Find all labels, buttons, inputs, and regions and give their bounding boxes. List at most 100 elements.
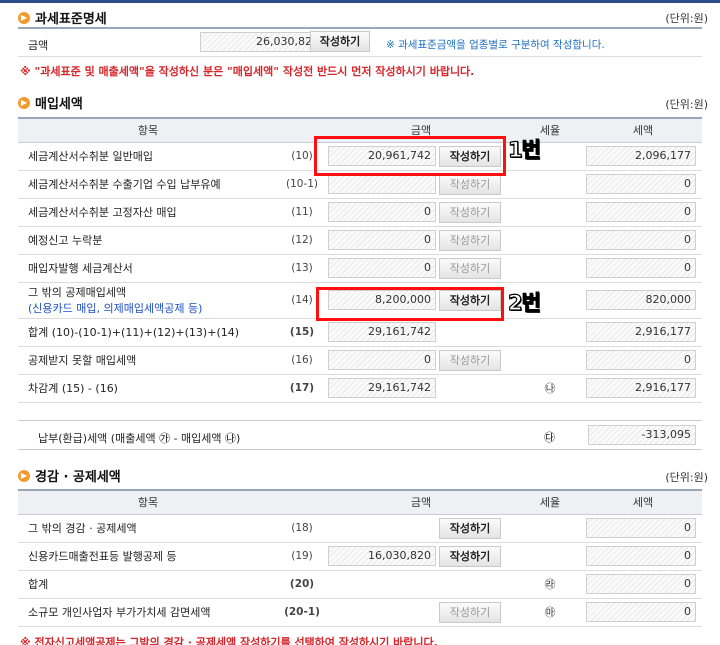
section-title-input-tax: ▶ 매입세액 (18, 93, 83, 112)
amount-field: 29,161,742 (328, 378, 436, 398)
tax-field: 0 (586, 258, 696, 278)
table-row: 매입자발행 세금계산서 (13) 0 작성하기 0 (18, 254, 702, 283)
tax-base-note: ※ 과세표준금액을 업종별로 구분하여 작성합니다. (386, 39, 605, 51)
tax-field: 0 (586, 350, 696, 370)
row-code: (15) (278, 318, 326, 347)
write-button[interactable]: 작성하기 (439, 173, 501, 195)
row-item-sublabel: (신용카드 매입, 의제매입세액공제 등) (28, 302, 203, 315)
row-item-label: 세금계산서수취분 고정자산 매입 (28, 206, 177, 219)
table-row: 세금계산서수취분 고정자산 매입 (11) 0 작성하기 0 (18, 198, 702, 227)
bullet-icon: ▶ (18, 96, 30, 109)
table-row: 소규모 개인사업자 부가가치세 감면세액 (20-1) 작성하기 ㉲ 0 (18, 598, 702, 627)
row-tax-cell: 0 (584, 570, 702, 599)
row-item-cell: 세금계산서수취분 수출기업 수입 납부유예 (18, 170, 278, 199)
payable-amount: -313,095 (588, 425, 696, 445)
payable-label: 납부(환급)세액 (매출세액 ㉮ - 매입세액 ㉯) (38, 432, 241, 445)
row-item-label: 신용카드매출전표등 발행공제 등 (28, 550, 177, 563)
write-button[interactable]: 작성하기 (439, 257, 501, 279)
table-header-row: 항목 금액 세율 세액 (18, 489, 702, 515)
table-row: 공제받지 못할 매입세액 (16) 0 작성하기 0 (18, 346, 702, 375)
tax-base-write-button[interactable]: 작성하기 (310, 31, 370, 52)
row-rate (516, 170, 584, 199)
warning-text-1: ※ "과세표준 및 매출세액"을 작성하신 분은 "매입세액" 작성전 반드시 … (20, 65, 475, 78)
row-rate (516, 542, 584, 571)
tax-field: 0 (586, 202, 696, 222)
amount-wrap: 29,161,742 (328, 378, 514, 398)
amount-wrap: 16,030,820 작성하기 (328, 545, 514, 567)
tax-field: 820,000 (586, 290, 696, 310)
tax-field: 0 (586, 574, 696, 594)
row-item-cell: 공제받지 못할 매입세액 (18, 346, 278, 375)
row-amount-cell: 0 작성하기 (326, 226, 516, 255)
row-code: (18) (278, 514, 326, 543)
amount-wrap: 0 작성하기 (328, 349, 514, 371)
row-amount-cell: 0 작성하기 (326, 346, 516, 375)
row-code: (13) (278, 254, 326, 283)
header-rate: 세율 (516, 489, 584, 515)
write-button[interactable]: 작성하기 (439, 229, 501, 251)
row-item-cell: 차감계 (15) - (16) (18, 374, 278, 403)
row-tax-cell: 820,000 (584, 282, 702, 319)
row-amount-cell: 29,161,742 (326, 318, 516, 347)
row-amount-cell: 0 작성하기 (326, 198, 516, 227)
header-tax: 세액 (584, 117, 702, 143)
row-item-label: 소규모 개인사업자 부가가치세 감면세액 (28, 606, 211, 619)
write-button[interactable]: 작성하기 (439, 545, 501, 567)
warning-text-2: ※ 전자신고세액공제는 그밖의 경감 · 공제세액 작성하기를 선택하여 작성하… (20, 636, 438, 645)
tax-field: 0 (586, 174, 696, 194)
section-title-tax-base: ▶ 과세표준명세 (18, 8, 107, 27)
row-item-cell: 신용카드매출전표등 발행공제 등 (18, 542, 278, 571)
bullet-icon: ▶ (18, 11, 30, 24)
row-amount-cell (326, 570, 516, 599)
highlight-box-1 (314, 136, 506, 176)
row-item-label: 공제받지 못할 매입세액 (28, 354, 137, 367)
write-button[interactable]: 작성하기 (439, 517, 501, 539)
row-tax-cell: 0 (584, 598, 702, 627)
row-item-label: 세금계산서수취분 일반매입 (28, 150, 153, 163)
row-item-cell: 세금계산서수취분 고정자산 매입 (18, 198, 278, 227)
row-item-label: 세금계산서수취분 수출기업 수입 납부유예 (28, 178, 221, 191)
amount-wrap: 작성하기 (328, 517, 514, 539)
tax-base-row: 금액 26,030,820 작성하기 ※ 과세표준금액을 업종별로 구분하여 작… (18, 27, 702, 57)
row-amount-cell: 작성하기 (326, 514, 516, 543)
write-button[interactable]: 작성하기 (439, 349, 501, 371)
row-item-cell: 소규모 개인사업자 부가가치세 감면세액 (18, 598, 278, 627)
row-item-cell: 그 밖의 공제매입세액 (신용카드 매입, 의제매입세액공제 등) (18, 282, 278, 319)
row-tax-cell: 2,916,177 (584, 318, 702, 347)
amount-wrap: 작성하기 (328, 173, 514, 195)
bullet-icon: ▶ (18, 469, 30, 482)
tax-field: 0 (586, 602, 696, 622)
row-item-cell: 그 밖의 경감 · 공제세액 (18, 514, 278, 543)
row-tax-cell: 0 (584, 198, 702, 227)
row-rate: ㉯ (516, 374, 584, 403)
row-code: (17) (278, 374, 326, 403)
tax-field: 0 (586, 230, 696, 250)
callout-label-2: 2번 (507, 290, 541, 315)
row-tax-cell: 0 (584, 254, 702, 283)
row-rate (516, 318, 584, 347)
reduction-table: 항목 금액 세율 세액 그 밖의 경감 · 공제세액 (18) 작성하기 0 신용카드매… (18, 489, 702, 627)
row-amount-cell: 작성하기 (326, 598, 516, 627)
write-button[interactable]: 작성하기 (439, 201, 501, 223)
write-button[interactable]: 작성하기 (439, 601, 501, 623)
row-rate (516, 254, 584, 283)
table-row: 예정신고 누락분 (12) 0 작성하기 0 (18, 226, 702, 255)
row-item-cell: 세금계산서수취분 일반매입 (18, 142, 278, 171)
row-rate (516, 514, 584, 543)
row-code: (20-1) (278, 598, 326, 627)
table-row: 합계 (20) ㉱ 0 (18, 570, 702, 599)
tax-field: 2,096,177 (586, 146, 696, 166)
row-item-label: 그 밖의 경감 · 공제세액 (28, 522, 137, 535)
tax-field: 2,916,177 (586, 322, 696, 342)
row-item-label: 합계 (28, 578, 49, 591)
amount-field: 16,030,820 (328, 546, 436, 566)
unit-label: (단위:원) (665, 12, 708, 25)
row-item-cell: 매입자발행 세금계산서 (18, 254, 278, 283)
top-bar (0, 0, 720, 3)
row-tax-cell: 0 (584, 346, 702, 375)
amount-wrap: 0 작성하기 (328, 257, 514, 279)
callout-label-1: 1번 (507, 137, 541, 162)
row-rate: ㉱ (516, 570, 584, 599)
row-amount-cell: 16,030,820 작성하기 (326, 542, 516, 571)
row-code: (19) (278, 542, 326, 571)
